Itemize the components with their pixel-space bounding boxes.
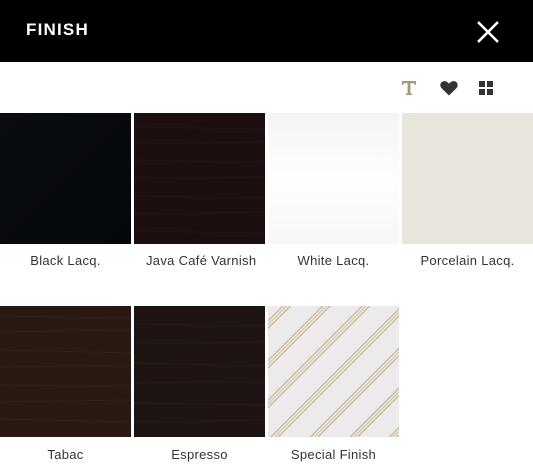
swatch-black-lacq[interactable]: [0, 113, 131, 244]
swatch-label: Porcelain Lacq.: [420, 253, 515, 268]
close-button[interactable]: [474, 18, 502, 46]
swatch-espresso[interactable]: [134, 306, 265, 437]
favorites-button[interactable]: [438, 77, 460, 99]
swatch-tabac[interactable]: [0, 306, 131, 437]
swatch-label: White Lacq.: [297, 253, 370, 268]
text-view-button[interactable]: [398, 77, 420, 99]
swatch-texture: [268, 306, 399, 437]
grid-icon: [479, 81, 493, 95]
swatch-label: Special Finish: [290, 447, 377, 462]
text-icon: [402, 81, 416, 95]
swatch-special-finish[interactable]: [268, 306, 399, 437]
grid-view-button[interactable]: [475, 77, 497, 99]
swatch-texture: [402, 113, 533, 244]
swatch-texture: [0, 306, 131, 437]
swatch-java-cafe-varnish[interactable]: [134, 113, 265, 244]
swatch-label: Espresso: [171, 447, 228, 462]
swatch-label: Java Café Varnish: [146, 253, 257, 268]
header-bar: FINISH: [0, 0, 533, 62]
swatch-white-lacq[interactable]: [268, 113, 399, 244]
swatch-label: Tabac: [47, 447, 84, 462]
swatch-texture: [268, 113, 399, 244]
page-title: FINISH: [26, 20, 89, 39]
swatch-label: Black Lacq.: [30, 253, 101, 268]
swatch-texture: [134, 113, 265, 244]
heart-icon: [440, 81, 458, 96]
close-icon: [477, 21, 499, 43]
swatch-texture: [0, 113, 131, 244]
swatch-texture: [134, 306, 265, 437]
swatch-porcelain-lacq[interactable]: [402, 113, 533, 244]
